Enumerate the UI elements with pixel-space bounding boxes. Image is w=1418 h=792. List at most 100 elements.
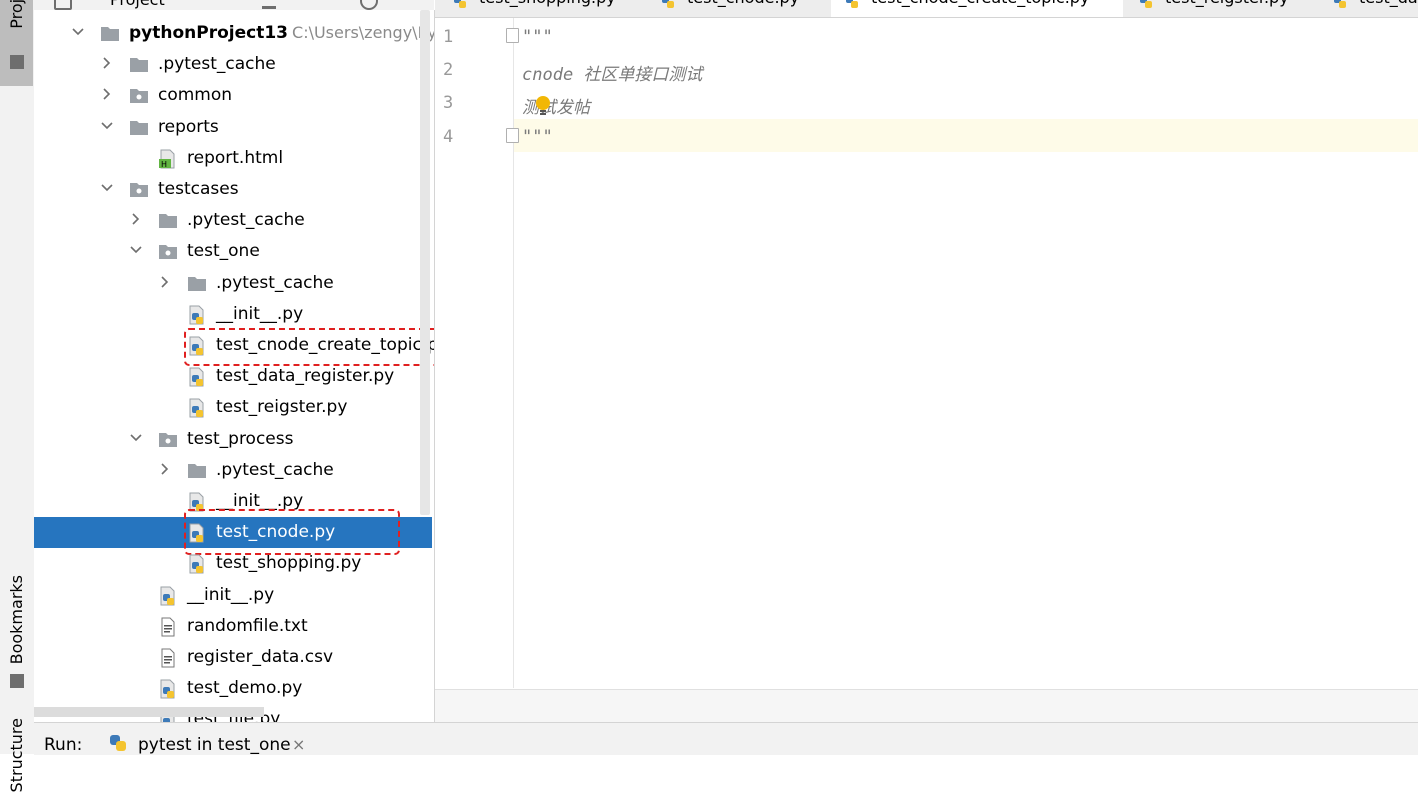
tree-item-test-demo-py[interactable]: test_demo.py — [34, 673, 432, 704]
tree-item-report-html[interactable]: Hreport.html — [34, 143, 432, 174]
code-line-4[interactable]: """ — [522, 127, 553, 147]
tree-item-label: test_demo.py — [187, 678, 303, 698]
python-file-icon — [158, 586, 178, 606]
python-file-icon — [187, 305, 207, 325]
close-icon[interactable]: × — [292, 735, 305, 754]
chevron-right-icon[interactable] — [130, 213, 142, 225]
python-file-icon — [187, 554, 207, 574]
chevron-right-icon[interactable] — [159, 276, 171, 288]
tree-item-label: .pytest_cache — [187, 210, 305, 230]
run-label: Run: — [44, 735, 83, 755]
chevron-right-icon[interactable] — [159, 463, 171, 475]
project-tool-icon — [10, 55, 24, 69]
structure-tool-label: Structure — [7, 718, 26, 792]
python-file-icon — [845, 0, 859, 8]
editor-tab-test-cnode-create-topic-py[interactable]: test_cnode_create_topic.py × — [831, 0, 1123, 17]
tree-item-label: __init__.py — [187, 585, 275, 605]
chevron-down-icon[interactable] — [130, 432, 142, 444]
tree-item-label: test_data_register.py — [216, 366, 395, 386]
code-line-1[interactable]: """ — [522, 27, 553, 47]
folder-icon — [187, 461, 207, 479]
chevron-down-icon[interactable] — [72, 26, 84, 38]
tree-item-label: .pytest_cache — [216, 460, 334, 480]
folder-icon — [129, 55, 149, 73]
tree-item-pytest-cache[interactable]: .pytest_cache — [34, 455, 432, 486]
editor-tab-bar: test_shopping.py test_cnode.py test_cnode_… — [435, 0, 1418, 18]
editor-tab-label: test_cnode_create_topic.py — [871, 0, 1089, 7]
python-icon — [108, 733, 128, 753]
collapse-all-icon[interactable] — [262, 0, 276, 9]
tree-item-label: pythonProject13C:\Users\zengy\PycharmPro… — [129, 23, 434, 43]
run-tab-label[interactable]: pytest in test_one — [138, 735, 291, 755]
code-line-2[interactable]: cnode 社区单接口测试 — [522, 60, 702, 85]
folder-icon — [187, 274, 207, 292]
html-file-icon: H — [158, 149, 178, 169]
tree-item-testcases[interactable]: testcases — [34, 174, 432, 205]
chevron-down-icon[interactable] — [101, 120, 113, 132]
python-file-icon — [187, 398, 207, 418]
tree-item-pythonproject13[interactable]: pythonProject13C:\Users\zengy\PycharmPro… — [34, 18, 434, 49]
project-panel-title[interactable]: Project — [110, 0, 165, 9]
tree-item-test-process[interactable]: test_process — [34, 424, 432, 455]
chevron-right-icon[interactable] — [101, 88, 113, 100]
bookmark-icon — [10, 674, 24, 688]
python-file-icon — [453, 0, 467, 8]
tree-item-label: reports — [158, 117, 219, 137]
tree-item-test-shopping-py[interactable]: test_shopping.py — [34, 548, 432, 579]
tree-item-label: test_shopping.py — [216, 553, 362, 573]
fold-marker[interactable] — [506, 28, 519, 43]
run-tool-bar: Run: pytest in test_one × — [34, 722, 1418, 755]
tree-item-pytest-cache[interactable]: .pytest_cache — [34, 205, 432, 236]
python-file-icon — [1333, 0, 1347, 8]
folder-icon — [158, 211, 178, 229]
project-path: C:\Users\zengy\PycharmProjects — [292, 23, 434, 42]
close-icon[interactable]: × — [1101, 0, 1113, 4]
tree-item-test-reigster-py[interactable]: test_reigster.py — [34, 392, 432, 423]
editor-tab-test-cnode-py[interactable]: test_cnode.py — [647, 0, 823, 17]
folder-icon — [100, 24, 120, 42]
tree-vertical-scrollbar[interactable] — [420, 10, 430, 515]
tree-item-pytest-cache[interactable]: .pytest_cache — [34, 49, 432, 80]
tree-horizontal-scrollbar[interactable] — [34, 707, 264, 717]
tree-item-test-one[interactable]: test_one — [34, 236, 432, 267]
python-file-icon — [187, 367, 207, 387]
line-number: 1 — [443, 27, 454, 47]
tree-item-label: register_data.csv — [187, 647, 334, 667]
tree-item-init-py[interactable]: __init__.py — [34, 580, 432, 611]
chevron-down-icon[interactable] — [130, 244, 142, 256]
project-view-icon — [54, 0, 72, 10]
chevron-right-icon[interactable] — [101, 57, 113, 69]
project-tree[interactable]: pythonProject13C:\Users\zengy\PycharmPro… — [34, 10, 435, 722]
python-file-icon — [1139, 0, 1153, 8]
python-file-icon — [187, 492, 207, 512]
tree-item-label: test_one — [187, 241, 260, 261]
expand-icon[interactable] — [306, 0, 320, 6]
project-tool-label: Project — [7, 0, 26, 29]
package-folder-icon — [158, 430, 178, 448]
tree-item-test-data-register-py[interactable]: test_data_register.py — [34, 361, 432, 392]
package-folder-icon — [129, 180, 149, 198]
editor-tab-test-data-register-py[interactable]: test_data_register.py — [1319, 0, 1418, 17]
tree-item-label: .pytest_cache — [216, 273, 334, 293]
tree-item-label: test_process — [187, 429, 294, 449]
tree-item-pytest-cache[interactable]: .pytest_cache — [34, 268, 432, 299]
gear-icon[interactable] — [360, 0, 378, 10]
editor-tab-label: test_data_register.py — [1359, 0, 1418, 7]
editor-tab-test-reigster-py[interactable]: test_reigster.py — [1125, 0, 1311, 17]
tree-item-common[interactable]: common — [34, 80, 432, 111]
intention-bulb-icon[interactable] — [535, 95, 551, 117]
code-line-3[interactable]: 测试发帖 — [522, 93, 590, 118]
editor-tab-test-shopping-py[interactable]: test_shopping.py — [439, 0, 639, 17]
tree-item-register-data-csv[interactable]: register_data.csv — [34, 642, 432, 673]
line-number: 2 — [443, 60, 454, 80]
chevron-down-icon[interactable] — [101, 182, 113, 194]
tree-item-init-py[interactable]: __init__.py — [34, 299, 432, 330]
tree-item-randomfile-txt[interactable]: randomfile.txt — [34, 611, 432, 642]
tool-window-strip: Project Bookmarks Structure — [0, 0, 35, 792]
bookmarks-tool-label: Bookmarks — [7, 575, 26, 665]
fold-marker[interactable] — [506, 128, 519, 143]
project-tool-button[interactable]: Project — [0, 0, 33, 86]
editor-bottom-area — [435, 689, 1418, 723]
package-folder-icon — [129, 86, 149, 104]
tree-item-reports[interactable]: reports — [34, 112, 432, 143]
